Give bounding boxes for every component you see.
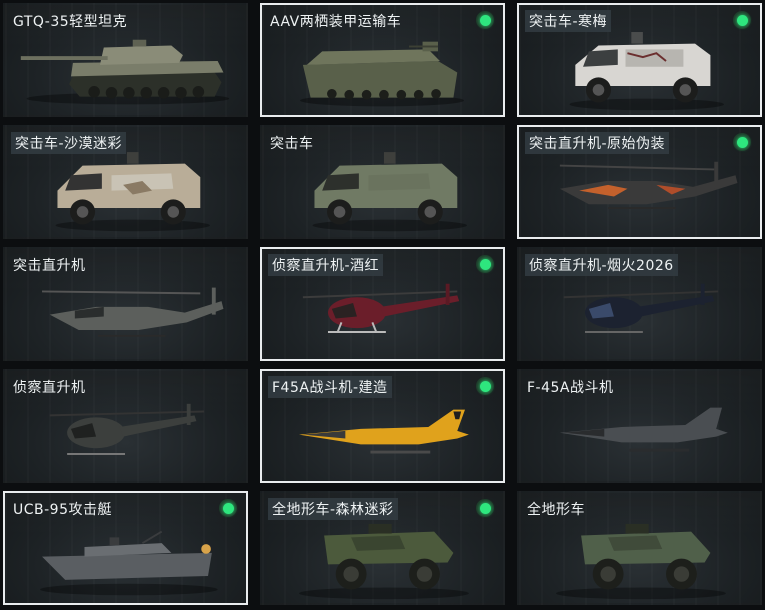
vehicle-card-attack-boat[interactable]: UCB-95攻击艇 — [3, 491, 248, 605]
vehicle-card-attack-helicopter-camo[interactable]: 突击直升机-原始伪装 — [517, 125, 762, 239]
owned-badge-icon — [733, 133, 751, 151]
vehicle-card-attack-helicopter[interactable]: 突击直升机 — [3, 247, 248, 361]
owned-badge-icon — [733, 11, 751, 29]
owned-badge-icon — [476, 499, 494, 517]
vehicle-grid: GTQ-35轻型坦克 AAV两栖装甲运输车 突击车-寒梅 突击车-沙漠迷彩 突击… — [3, 3, 762, 607]
vehicle-card-scout-helicopter-fireworks[interactable]: 侦察直升机-烟火2026 — [517, 247, 762, 361]
vehicle-card-amphibious-apc[interactable]: AAV两栖装甲运输车 — [260, 3, 505, 117]
vehicle-title: 侦察直升机-烟火2026 — [525, 254, 678, 276]
vehicle-title: 突击车 — [270, 136, 314, 152]
vehicle-card-assault-car-hanmei[interactable]: 突击车-寒梅 — [517, 3, 762, 117]
vehicle-title: F45A战斗机-建造 — [268, 376, 392, 398]
vehicle-title: 侦察直升机 — [13, 380, 86, 396]
vehicle-title: AAV两栖装甲运输车 — [270, 14, 402, 30]
vehicle-card-light-tank[interactable]: GTQ-35轻型坦克 — [3, 3, 248, 117]
vehicle-card-atv[interactable]: 全地形车 — [517, 491, 762, 605]
owned-badge-icon — [476, 11, 494, 29]
vehicle-title: 全地形车 — [527, 502, 585, 518]
vehicle-title: F-45A战斗机 — [527, 380, 614, 396]
vehicle-title: GTQ-35轻型坦克 — [13, 14, 128, 30]
vehicle-card-fighter-jet[interactable]: F-45A战斗机 — [517, 369, 762, 483]
vehicle-title: 突击车-沙漠迷彩 — [11, 132, 127, 154]
vehicle-card-fighter-jet-build[interactable]: F45A战斗机-建造 — [260, 369, 505, 483]
vehicle-title: 突击直升机 — [13, 258, 86, 274]
vehicle-title: UCB-95攻击艇 — [13, 502, 112, 518]
vehicle-title: 突击直升机-原始伪装 — [525, 132, 670, 154]
owned-badge-icon — [476, 377, 494, 395]
owned-badge-icon — [219, 499, 237, 517]
owned-badge-icon — [476, 255, 494, 273]
vehicle-title: 突击车-寒梅 — [525, 10, 612, 32]
vehicle-card-assault-car-desert[interactable]: 突击车-沙漠迷彩 — [3, 125, 248, 239]
vehicle-title: 全地形车-森林迷彩 — [268, 498, 398, 520]
vehicle-card-scout-helicopter-red[interactable]: 侦察直升机-酒红 — [260, 247, 505, 361]
vehicle-card-scout-helicopter[interactable]: 侦察直升机 — [3, 369, 248, 483]
vehicle-card-assault-car[interactable]: 突击车 — [260, 125, 505, 239]
vehicle-title: 侦察直升机-酒红 — [268, 254, 384, 276]
vehicle-card-atv-forest[interactable]: 全地形车-森林迷彩 — [260, 491, 505, 605]
